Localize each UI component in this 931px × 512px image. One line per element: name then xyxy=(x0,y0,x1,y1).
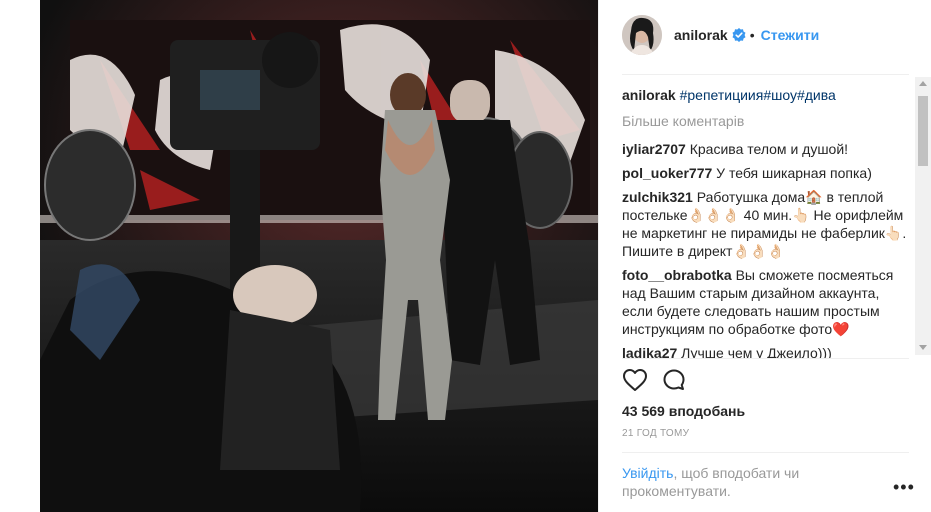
comment-item: foto__obrabotka Вы сможете посмеяться на… xyxy=(622,266,912,338)
comment-username[interactable]: ladika27 xyxy=(622,345,677,358)
comment-item: zulchik321 Работушка дома🏠 в теплой пост… xyxy=(622,188,912,260)
comment-username[interactable]: iyliar2707 xyxy=(622,141,686,157)
left-gutter xyxy=(0,0,40,512)
comment-username[interactable]: foto__obrabotka xyxy=(622,267,732,283)
comment-text: Лучше чем у Джеило))) xyxy=(681,345,832,358)
follow-button[interactable]: Стежити xyxy=(761,27,820,43)
login-divider xyxy=(622,452,909,453)
comment-username[interactable]: zulchik321 xyxy=(622,189,693,205)
login-prompt: Увійдіть, щоб вподобати чи прокоментуват… xyxy=(622,464,872,500)
load-more-comments-button[interactable]: Більше коментарів xyxy=(622,112,912,130)
actions-divider xyxy=(622,358,909,359)
caption-hashtags[interactable]: #репетициия#шоу#дива xyxy=(680,87,836,103)
separator-dot: • xyxy=(749,27,755,43)
comment-item: pol_uoker777 У тебя шикарная попка) xyxy=(622,164,912,182)
comment-item: ladika27 Лучше чем у Джеило))) xyxy=(622,344,912,358)
post-timestamp[interactable]: 21 ГОД ТОМУ xyxy=(622,428,689,439)
scroll-up-arrow-icon[interactable] xyxy=(919,81,927,86)
comment-item: iyliar2707 Красива телом и душой! xyxy=(622,140,912,158)
verified-badge-icon xyxy=(732,28,746,42)
heart-icon[interactable] xyxy=(622,368,648,392)
comment-bubble-icon[interactable] xyxy=(662,368,686,392)
scrollbar-thumb[interactable] xyxy=(918,96,928,166)
like-count[interactable]: 43 569 вподобань xyxy=(622,403,745,419)
post-actions xyxy=(622,368,686,392)
post-photo-graphic xyxy=(40,0,598,512)
comment-text: Красива телом и душой! xyxy=(689,141,849,157)
instagram-post-view: anilorak • Стежити anilorak #репетициия#… xyxy=(0,0,931,512)
post-username[interactable]: anilorak xyxy=(674,27,728,43)
comment-text: У тебя шикарная попка) xyxy=(716,165,872,181)
post-header: anilorak • Стежити xyxy=(622,14,908,56)
avatar[interactable] xyxy=(622,15,662,55)
header-divider xyxy=(622,74,909,75)
post-caption: anilorak #репетициия#шоу#дива xyxy=(622,86,912,104)
post-photo[interactable] xyxy=(40,0,598,512)
scroll-down-arrow-icon[interactable] xyxy=(919,345,927,350)
comment-username[interactable]: pol_uoker777 xyxy=(622,165,712,181)
caption-username[interactable]: anilorak xyxy=(622,87,676,103)
more-options-icon[interactable]: ••• xyxy=(893,478,915,496)
avatar-image xyxy=(622,15,662,55)
comments-list[interactable]: anilorak #репетициия#шоу#дива Більше ком… xyxy=(622,86,912,358)
login-link[interactable]: Увійдіть xyxy=(622,465,673,481)
